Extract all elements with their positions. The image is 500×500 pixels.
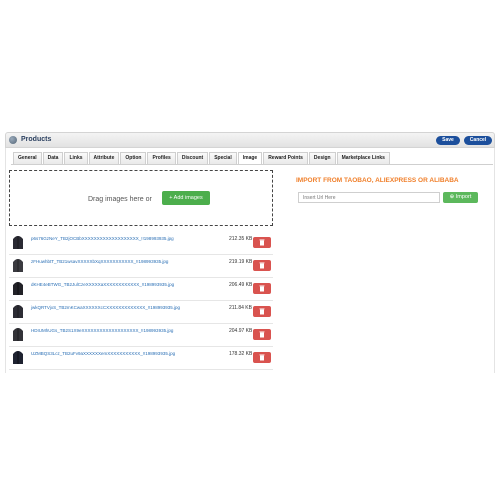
tab-image[interactable]: Image (237, 152, 263, 164)
delete-image-button[interactable] (253, 260, 271, 271)
delete-image-button[interactable] (253, 237, 271, 248)
jacket-thumbnail-icon (12, 259, 24, 273)
tab-data[interactable]: Data (42, 152, 64, 164)
image-row: zFHuwhbtT_TB21wsavXXXXXbXqXXXXXXXXXXX_!!… (9, 255, 273, 278)
image-filename-link[interactable]: zFHuwhbtT_TB21wsavXXXXXbXqXXXXXXXXXXX_!!… (31, 259, 168, 264)
delete-image-button[interactable] (253, 283, 271, 294)
trash-icon (259, 285, 265, 292)
panel-content: General Data Links Attribute Option Prof… (5, 148, 495, 373)
image-list: p6s76GzNeY_TB2jOCBbXXXXXXXXXXXXXXXXXXX_!… (9, 232, 273, 370)
tab-bar: General Data Links Attribute Option Prof… (13, 152, 391, 164)
image-size: 211.84 KB (229, 305, 252, 311)
delete-image-button[interactable] (253, 306, 271, 317)
trash-icon (259, 239, 265, 246)
tab-special[interactable]: Special (209, 152, 237, 164)
image-row: HDIUMhUGs_TB2S1X9eXXXXXXXXXXXXXXXXXXX_!!… (9, 324, 273, 347)
tab-reward-points[interactable]: Reward Points (263, 152, 308, 164)
dropzone-text: Drag images here or (88, 196, 152, 203)
image-row: UZMBQS3Lcz_TB2uFv9aXXXXXXemXXXXXXXXXXX_!… (9, 347, 273, 370)
jacket-thumbnail-icon (12, 282, 24, 296)
import-button[interactable]: ⊕ Import (443, 192, 478, 203)
panel-header: Products Save Cancel (5, 132, 495, 148)
image-size: 178.32 KB (229, 351, 253, 357)
image-row: jwkQRTVjxS_TB2mKCwaXXXXXXcCXXXXXXXXXXXXX… (9, 301, 273, 324)
import-url-input[interactable] (298, 192, 440, 203)
image-filename-link[interactable]: UZMBQS3Lcz_TB2uFv9aXXXXXXemXXXXXXXXXXX_!… (31, 351, 175, 356)
image-filename-link[interactable]: dKHE4eBTWG_TB2JulCzeXXXXXaXXXXXXXXXXXX_!… (31, 282, 174, 287)
tab-discount[interactable]: Discount (176, 152, 209, 164)
image-size: 206.49 KB (229, 282, 253, 288)
cancel-button[interactable]: Cancel (464, 136, 492, 145)
image-filename-link[interactable]: HDIUMhUGs_TB2S1X9eXXXXXXXXXXXXXXXXXXX_!!… (31, 328, 173, 333)
image-filename-link[interactable]: jwkQRTVjxS_TB2mKCwaXXXXXXcCXXXXXXXXXXXXX… (31, 305, 180, 310)
import-button-label: Import (455, 194, 472, 200)
image-filename-link[interactable]: p6s76GzNeY_TB2jOCBbXXXXXXXXXXXXXXXXXXX_!… (31, 236, 174, 241)
import-title: IMPORT FROM TAOBAO, ALIEXPRESS OR ALIBAB… (296, 177, 459, 184)
trash-icon (259, 308, 265, 315)
tab-design[interactable]: Design (308, 152, 336, 164)
image-size: 212.35 KB (229, 236, 253, 242)
image-dropzone[interactable]: Drag images here or + Add images (9, 170, 273, 226)
trash-icon (259, 331, 265, 338)
products-panel: Products Save Cancel General Data Links … (5, 132, 495, 373)
tab-marketplace-links[interactable]: Marketplace Links (336, 152, 390, 164)
tab-links[interactable]: Links (64, 152, 88, 164)
image-size: 219.19 KB (229, 259, 253, 265)
add-images-button[interactable]: + Add images (162, 191, 210, 205)
jacket-thumbnail-icon (12, 351, 24, 365)
product-icon (9, 136, 17, 144)
trash-icon (259, 262, 265, 269)
tab-attribute[interactable]: Attribute (88, 152, 120, 164)
save-button[interactable]: Save (436, 136, 460, 145)
image-row: p6s76GzNeY_TB2jOCBbXXXXXXXXXXXXXXXXXXX_!… (9, 232, 273, 255)
image-size: 204.97 KB (229, 328, 253, 334)
delete-image-button[interactable] (253, 329, 271, 340)
jacket-thumbnail-icon (12, 305, 24, 319)
delete-image-button[interactable] (253, 352, 271, 363)
tab-option[interactable]: Option (120, 152, 147, 164)
page-title: Products (21, 136, 52, 143)
jacket-thumbnail-icon (12, 328, 24, 342)
jacket-thumbnail-icon (12, 236, 24, 250)
tab-general[interactable]: General (13, 152, 42, 164)
tab-divider (11, 164, 493, 165)
image-row: dKHE4eBTWG_TB2JulCzeXXXXXaXXXXXXXXXXXX_!… (9, 278, 273, 301)
tab-profiles[interactable]: Profiles (147, 152, 176, 164)
trash-icon (259, 354, 265, 361)
